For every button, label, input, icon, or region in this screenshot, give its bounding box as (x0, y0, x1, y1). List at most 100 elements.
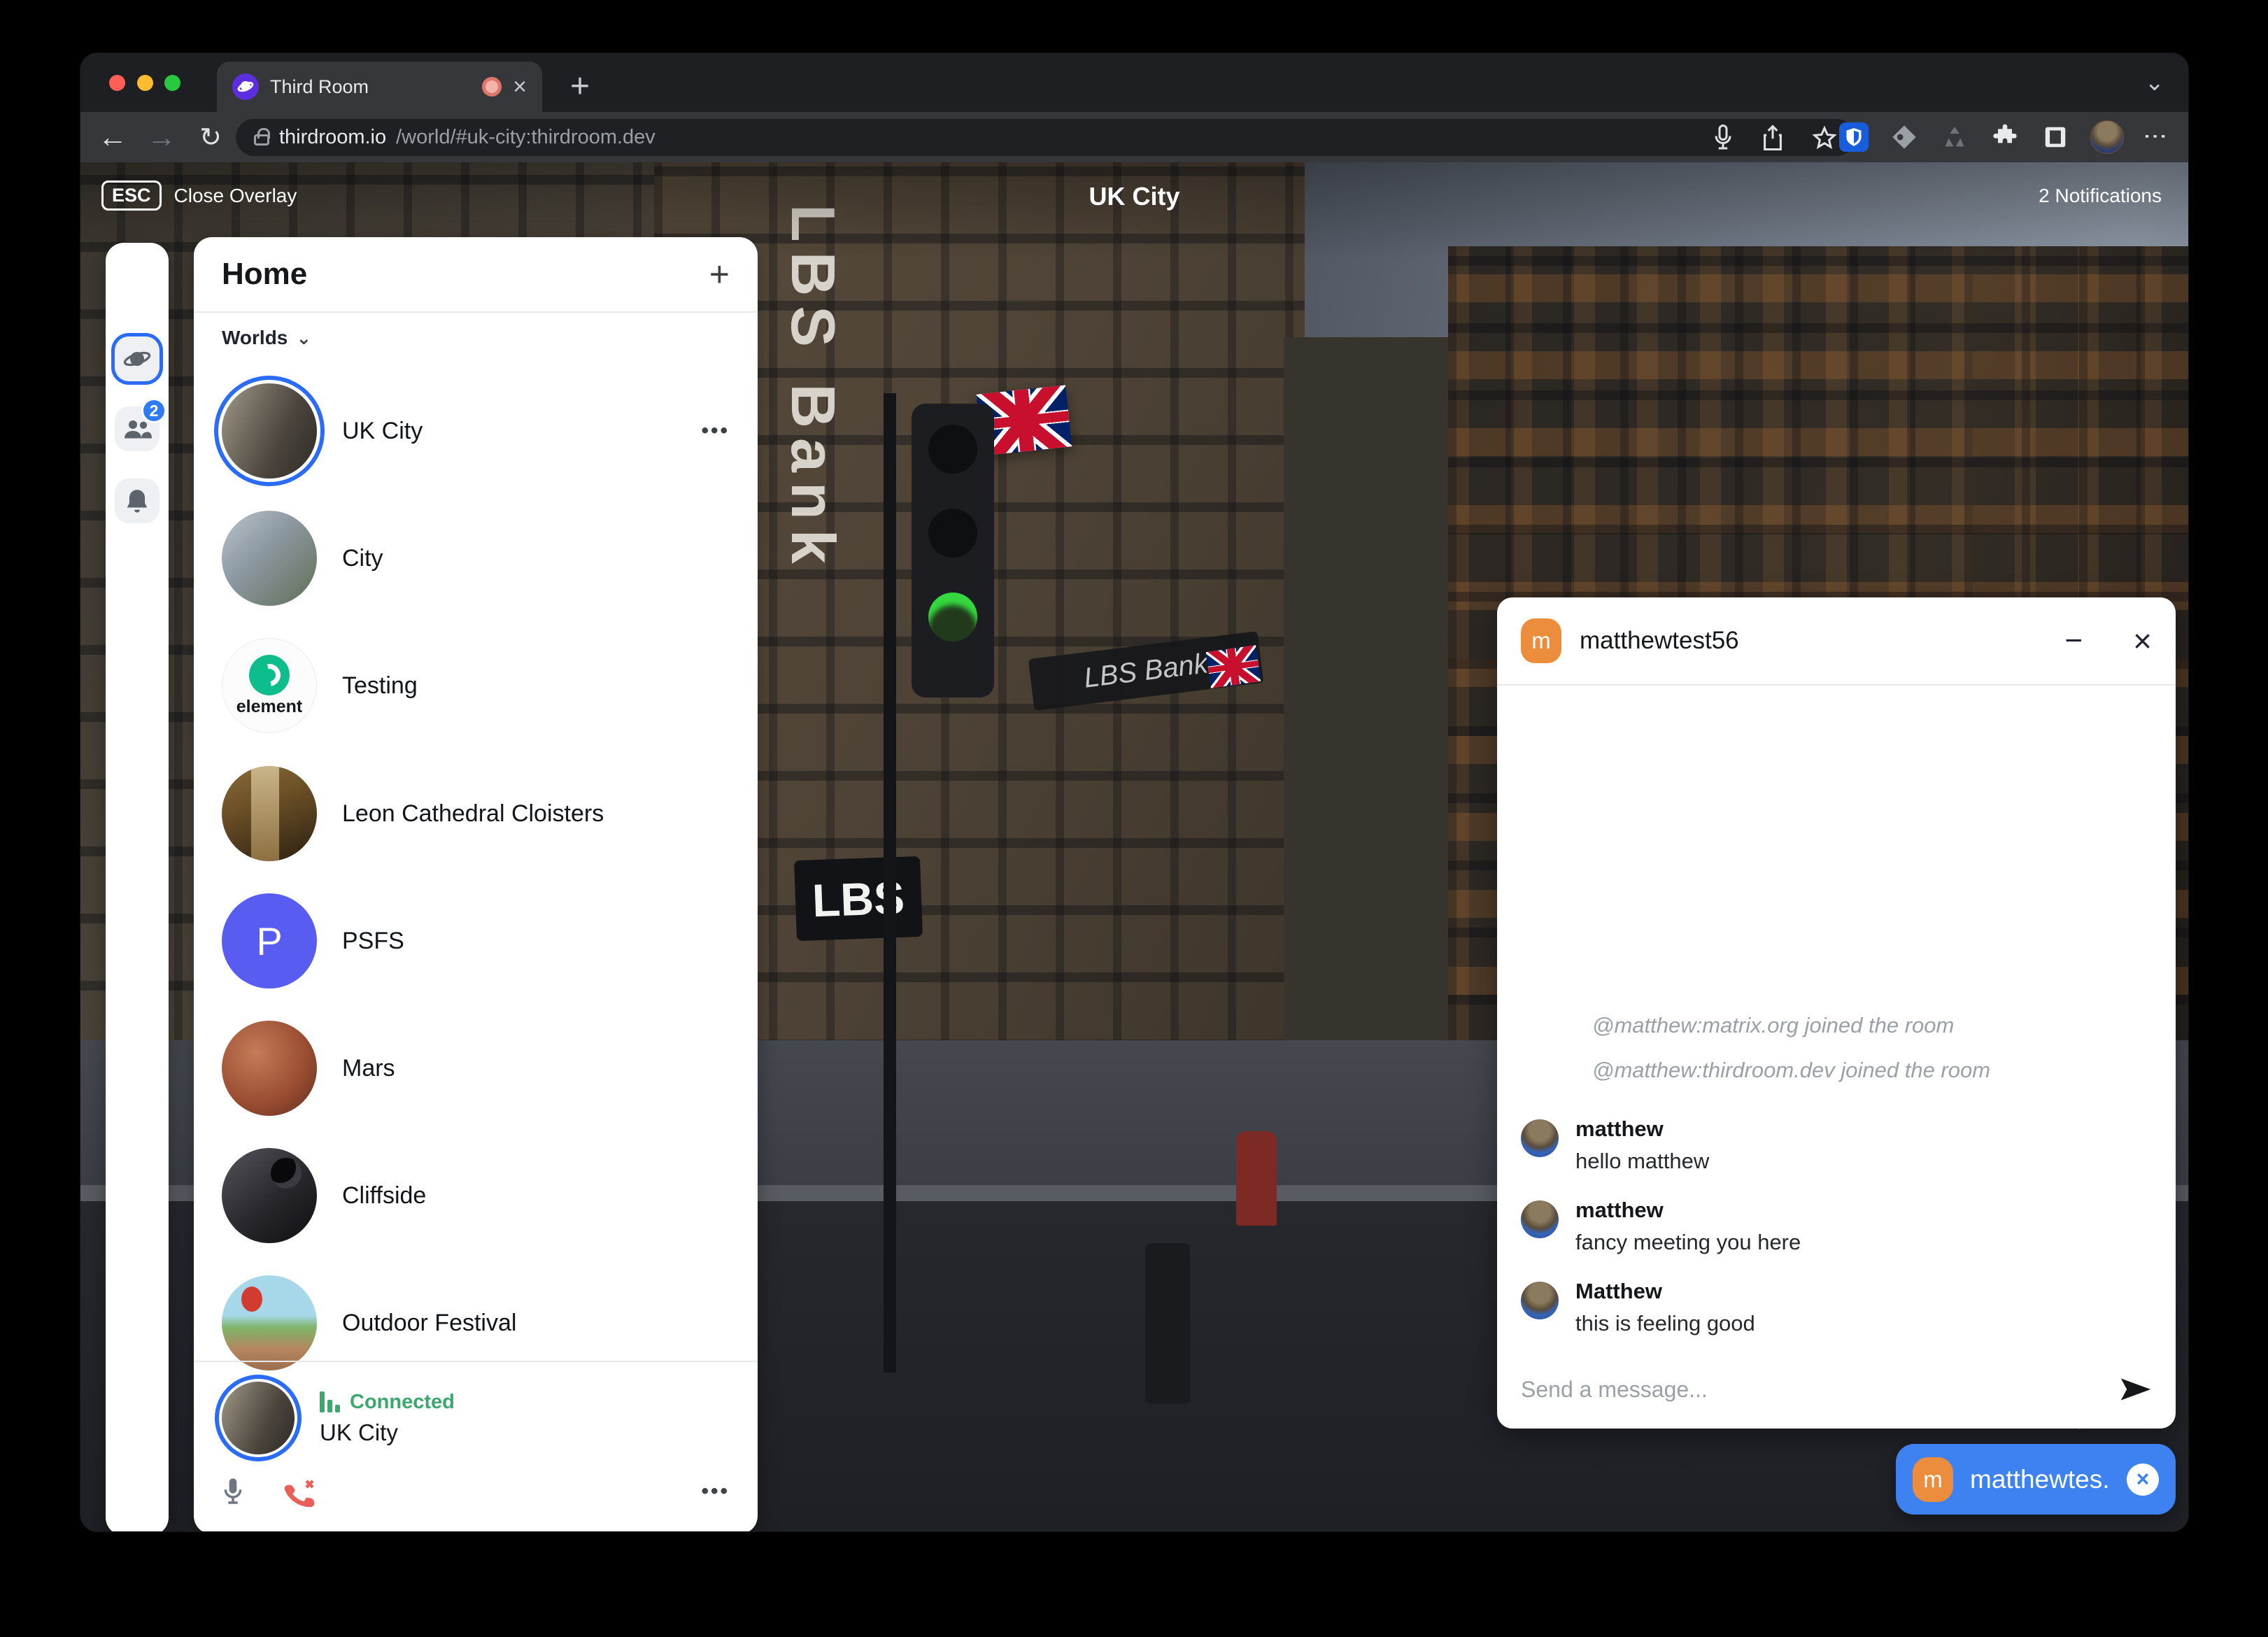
message-text: this is feeling good (1575, 1311, 1755, 1336)
browser-window: Third Room × + ⌄ ← → ↻ thirdroom.io /wor… (80, 53, 2188, 1531)
home-panel-title: Home (222, 257, 709, 292)
world-name: Cliffside (342, 1182, 730, 1210)
world-avatar (222, 511, 317, 606)
element-wordmark: element (236, 697, 302, 717)
notifications-indicator[interactable]: 2 Notifications (2039, 185, 2162, 207)
url-path: /world/#uk-city:thirdroom.dev (396, 126, 1703, 149)
tab-title: Third Room (270, 76, 471, 98)
window-minimize-button[interactable] (137, 75, 153, 91)
extensions-puzzle-icon[interactable] (1990, 122, 2020, 153)
scene-parking-meter (1145, 1243, 1190, 1404)
worlds-section-label: Worlds (222, 327, 288, 349)
send-button[interactable] (2120, 1377, 2152, 1401)
member-name: matthewtes... (1970, 1465, 2110, 1494)
browser-tab-bar: Third Room × + ⌄ (80, 53, 2188, 112)
chat-message: matthew hello matthew (1521, 1117, 2148, 1174)
world-item-psfs[interactable]: P PSFS (194, 877, 758, 1005)
hangup-icon (283, 1476, 317, 1507)
chat-input-row (1497, 1350, 2176, 1429)
signal-bars-icon (320, 1391, 340, 1412)
browser-menu-icon[interactable]: ⋮ (2143, 125, 2167, 150)
screenshot-stage: Third Room × + ⌄ ← → ↻ thirdroom.io /wor… (0, 0, 2268, 1637)
world-avatar (222, 1021, 317, 1116)
sender-name: Matthew (1575, 1279, 1755, 1304)
world-item-testing[interactable]: element Testing (194, 622, 758, 749)
create-world-button[interactable]: + (709, 257, 730, 292)
message-input[interactable] (1521, 1377, 2106, 1403)
world-item-uk-city[interactable]: UK City ••• (194, 367, 758, 495)
world-name: Testing (342, 672, 730, 700)
reload-button[interactable]: ↻ (191, 112, 230, 162)
new-tab-button[interactable]: + (570, 66, 590, 108)
thirdroom-favicon-icon (232, 73, 259, 100)
scene-traffic-light (912, 404, 994, 697)
hangup-button[interactable] (283, 1476, 317, 1507)
chat-message: matthew fancy meeting you here (1521, 1198, 2148, 1255)
mic-icon (222, 1476, 244, 1507)
url-bar[interactable]: thirdroom.io /world/#uk-city:thirdroom.d… (236, 119, 1855, 156)
worlds-section-toggle[interactable]: Worlds ⌄ (222, 327, 311, 349)
rail-notifications-button[interactable] (115, 479, 160, 523)
notification-bell-icon (125, 488, 150, 514)
chat-close-button[interactable]: × (2133, 622, 2152, 660)
active-member-pill[interactable]: m matthewtes... × (1896, 1444, 2176, 1515)
world-name: Outdoor Festival (342, 1310, 730, 1337)
side-panel-icon[interactable] (2040, 122, 2071, 153)
sender-name: matthew (1575, 1198, 1801, 1223)
chevron-down-icon: ⌄ (296, 327, 311, 349)
tab-search-chevron-icon[interactable]: ⌄ (2145, 69, 2165, 97)
mic-permission-icon[interactable] (1713, 124, 1734, 152)
world-avatar (222, 383, 317, 479)
connection-status-row[interactable]: Connected UK City (222, 1382, 455, 1454)
chat-window: m matthewtest56 − × @matthew:matrix.org … (1497, 597, 2176, 1429)
sender-avatar (1521, 1282, 1559, 1319)
message-text: hello matthew (1575, 1149, 1709, 1174)
member-avatar: m (1913, 1457, 1953, 1502)
browser-tab[interactable]: Third Room × (217, 62, 542, 112)
browser-toolbar: ← → ↻ thirdroom.io /world/#uk-city:third… (80, 112, 2188, 162)
world-name: UK City (342, 418, 676, 445)
chat-minimize-button[interactable]: − (2064, 623, 2083, 658)
world-item-cliffside[interactable]: Cliffside (194, 1132, 758, 1259)
world-item-leon-cathedral[interactable]: Leon Cathedral Cloisters (194, 750, 758, 877)
world-item-mars[interactable]: Mars (194, 1005, 758, 1132)
browser-profile-avatar[interactable] (2090, 120, 2124, 154)
call-more-button[interactable]: ••• (701, 1480, 730, 1503)
forward-button[interactable]: → (142, 112, 181, 162)
extension-recycle-icon[interactable] (1939, 122, 1970, 153)
bitwarden-extension-icon[interactable] (1838, 122, 1869, 153)
share-icon[interactable] (1762, 125, 1784, 151)
home-panel: Home + Worlds ⌄ UK City ••• City (194, 237, 758, 1531)
extension-diamond-icon[interactable] (1889, 122, 1920, 153)
world-name: City (342, 545, 730, 572)
world-avatar: element (222, 638, 317, 733)
scene-traffic-pole (884, 393, 896, 1373)
scene-lbs-sign: LBS (794, 856, 923, 941)
world-avatar (222, 766, 317, 861)
home-panel-header: Home + (194, 237, 758, 313)
planet-icon (123, 345, 151, 373)
sender-name: matthew (1575, 1117, 1709, 1142)
chat-message: Matthew this is feeling good (1521, 1279, 2148, 1336)
scene-lbs-bank-vertical-sign: LBS Bank (786, 204, 849, 694)
connection-status-label: Connected (350, 1391, 455, 1414)
element-logo-icon (249, 655, 290, 695)
world-name: PSFS (342, 928, 730, 955)
room-event: @matthew:thirdroom.dev joined the room (1592, 1058, 2148, 1083)
back-button[interactable]: ← (93, 112, 132, 162)
world-item-outdoor-festival[interactable]: Outdoor Festival (194, 1259, 758, 1387)
world-item-city[interactable]: City (194, 495, 758, 622)
dismiss-member-icon[interactable]: × (2127, 1464, 2159, 1496)
rail-friends-button[interactable]: 2 (115, 406, 160, 451)
extensions-area: ⋮ (1838, 112, 2188, 162)
bookmark-star-icon[interactable] (1812, 125, 1837, 150)
window-close-button[interactable] (109, 75, 125, 91)
world-more-button[interactable]: ••• (701, 419, 730, 443)
world-viewport: LBS Bank LBS Bank LBS es (80, 162, 2188, 1531)
mute-mic-button[interactable] (222, 1476, 244, 1507)
window-zoom-button[interactable] (164, 75, 180, 91)
divider (194, 1361, 758, 1362)
rail-home-worlds-button[interactable] (115, 336, 160, 381)
tab-close-icon[interactable]: × (513, 75, 527, 99)
message-text: fancy meeting you here (1575, 1230, 1801, 1255)
